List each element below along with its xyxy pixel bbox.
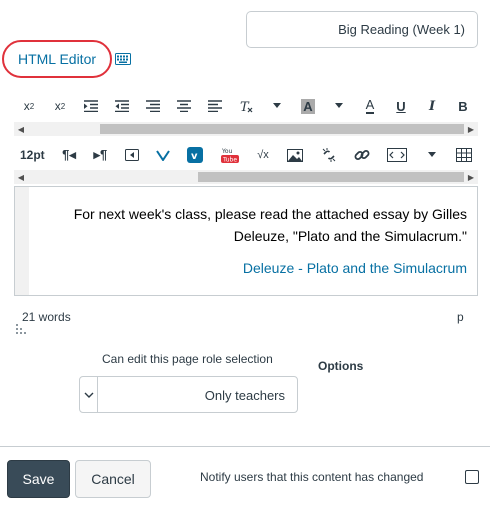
indent-icon[interactable] — [82, 95, 100, 117]
ltr-paragraph-icon[interactable]: ▸¶ — [91, 144, 109, 166]
image-icon[interactable] — [285, 144, 305, 166]
element-path[interactable]: p — [457, 310, 464, 324]
chevron-down-icon[interactable] — [268, 95, 286, 117]
font-size-dropdown[interactable]: 12pt — [18, 144, 47, 166]
editor-content[interactable]: For next week's class, please read the a… — [47, 203, 467, 279]
options-label: Options — [318, 359, 364, 373]
vimeo-icon[interactable] — [154, 144, 172, 166]
scroll-thumb[interactable] — [100, 124, 464, 134]
notify-users-checkbox[interactable] — [465, 470, 479, 484]
toolbar-row-2: 12pt ¶◂ ▸¶ v You Tube √x — [14, 144, 478, 166]
link-icon[interactable] — [352, 144, 372, 166]
html-editor-link[interactable]: HTML Editor — [18, 51, 96, 67]
vimeo-logo-icon[interactable]: v — [185, 144, 205, 166]
scroll-left-icon[interactable]: ◀ — [14, 170, 28, 184]
rich-content-editor[interactable]: For next week's class, please read the a… — [14, 186, 478, 296]
chevron-down-icon[interactable] — [423, 144, 441, 166]
toolbar-scrollbar-2[interactable]: ◀ ▶ — [14, 170, 478, 184]
italic-button[interactable]: I — [423, 95, 441, 117]
bold-button[interactable]: B — [454, 95, 472, 117]
subscript-button[interactable]: x2 — [20, 95, 38, 117]
chevron-down-icon[interactable] — [330, 95, 348, 117]
text-color-button[interactable]: A — [361, 95, 379, 117]
notify-users-label: Notify users that this content has chang… — [200, 470, 424, 484]
page-title-input[interactable] — [246, 11, 478, 48]
attached-file-link[interactable]: Deleuze - Plato and the Simulacrum — [47, 257, 467, 279]
youtube-icon[interactable]: You Tube — [219, 144, 241, 166]
table-icon[interactable] — [454, 144, 474, 166]
content-paragraph: For next week's class, please read the a… — [73, 206, 467, 244]
scroll-left-icon[interactable]: ◀ — [14, 122, 28, 136]
background-color-button[interactable]: A — [299, 95, 317, 117]
html-editor-highlight: HTML Editor — [2, 40, 112, 78]
svg-text:v: v — [191, 151, 198, 162]
scroll-right-icon[interactable]: ▶ — [464, 170, 478, 184]
equation-icon[interactable]: √x — [254, 144, 272, 166]
save-button[interactable]: Save — [7, 460, 70, 498]
editor-scrollbar[interactable] — [15, 187, 29, 295]
rtl-paragraph-icon[interactable]: ¶◂ — [60, 144, 78, 166]
clear-formatting-icon[interactable]: T — [237, 95, 255, 117]
unlink-icon[interactable] — [319, 144, 339, 166]
chevron-down-icon[interactable] — [80, 377, 98, 412]
scroll-thumb[interactable] — [198, 172, 464, 182]
role-select-value: Only teachers — [204, 388, 285, 403]
align-center-icon[interactable] — [175, 95, 193, 117]
role-selection-label: Can edit this page role selection — [102, 352, 273, 366]
media-icon[interactable] — [123, 144, 141, 166]
word-count: 21 words — [22, 310, 71, 324]
svg-text:You: You — [221, 148, 233, 155]
toolbar-row-1: x2 x2 T A A U I B — [14, 95, 478, 117]
toolbar-scrollbar-1[interactable]: ◀ ▶ — [14, 122, 478, 136]
svg-text:Tube: Tube — [222, 157, 237, 164]
superscript-button[interactable]: x2 — [51, 95, 69, 117]
role-select[interactable]: Only teachers — [79, 376, 298, 413]
align-right-icon[interactable] — [144, 95, 162, 117]
cancel-button[interactable]: Cancel — [75, 460, 151, 498]
footer-divider — [0, 446, 490, 447]
outdent-icon[interactable] — [113, 95, 131, 117]
underline-button[interactable]: U — [392, 95, 410, 117]
keyboard-icon[interactable] — [115, 53, 131, 65]
scroll-right-icon[interactable]: ▶ — [464, 122, 478, 136]
resize-handle-icon[interactable] — [16, 324, 26, 334]
embed-icon[interactable] — [385, 144, 409, 166]
align-left-icon[interactable] — [206, 95, 224, 117]
